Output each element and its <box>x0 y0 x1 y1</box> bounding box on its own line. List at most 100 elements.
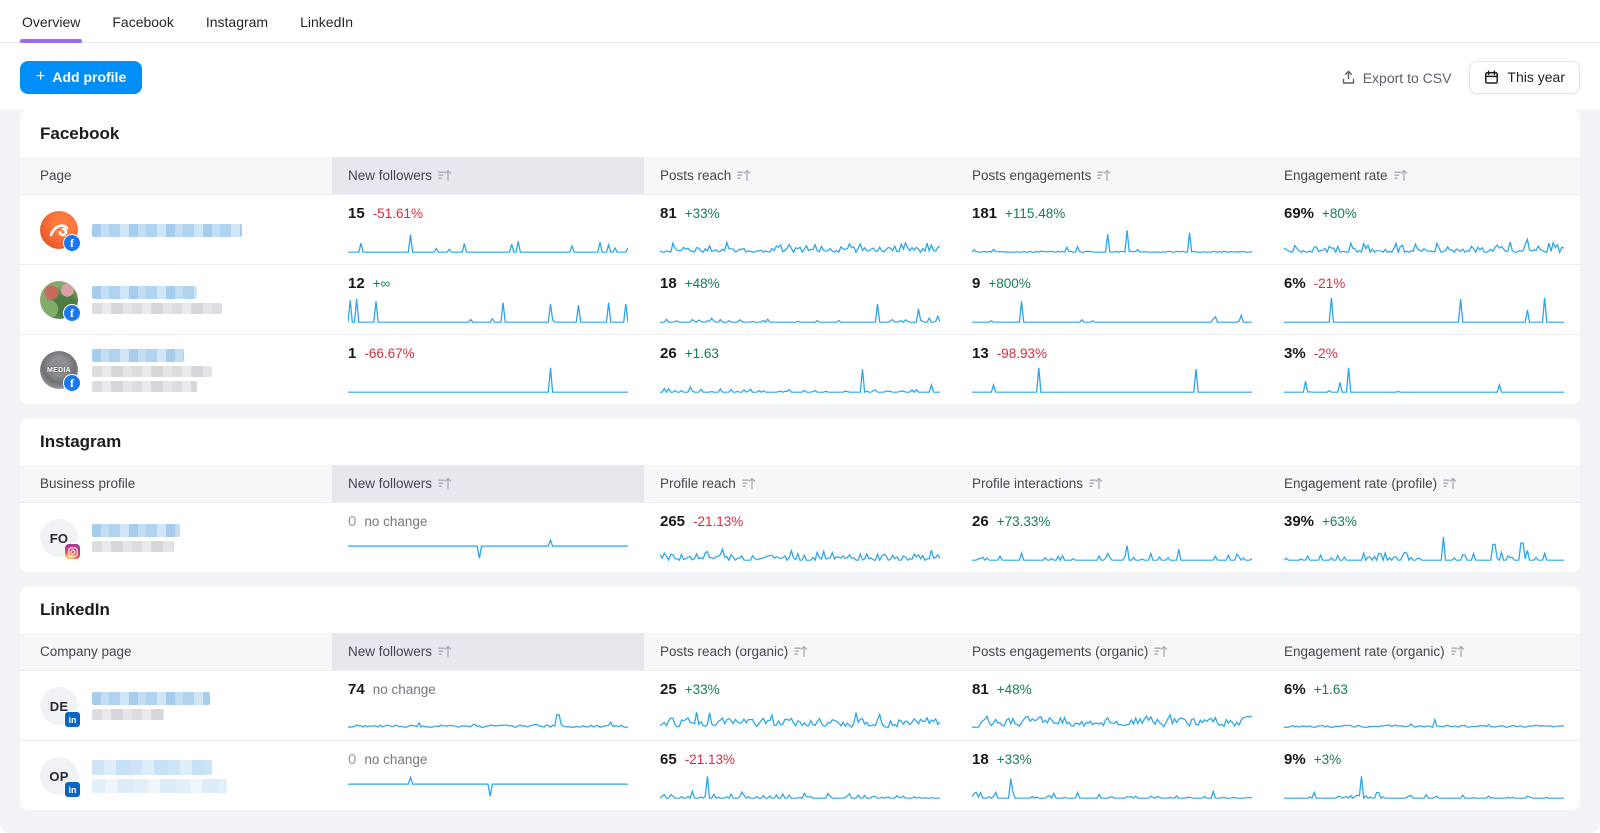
sort-icon[interactable] <box>1097 169 1111 182</box>
redacted-text-block <box>92 303 222 314</box>
sparkline-chart <box>972 533 1252 563</box>
sparkline-chart <box>972 365 1252 395</box>
section-title-instagram: Instagram <box>20 418 1580 465</box>
metric-delta: no change <box>364 514 427 529</box>
profile-cell: DEin <box>20 671 332 740</box>
sparkline-chart <box>660 365 940 395</box>
metric-delta: +800% <box>988 276 1030 291</box>
sparkline-chart <box>348 365 628 395</box>
sort-icon[interactable] <box>794 645 808 658</box>
metric-value-row: 3%-2% <box>1284 345 1564 362</box>
linkedin-badge-icon: in <box>64 781 81 798</box>
sort-icon[interactable] <box>438 645 452 658</box>
redacted-text-block <box>92 349 184 362</box>
metric-value-row: 12+∞ <box>348 275 628 292</box>
metric-cell: 6%+1.63 <box>1268 671 1580 740</box>
metric-value: 181 <box>972 205 997 222</box>
metric-value-row: 81+33% <box>660 205 940 222</box>
metric-cell: 18+48% <box>644 265 956 334</box>
sort-icon[interactable] <box>742 477 756 490</box>
column-header-engagement-rate-profile-[interactable]: Engagement rate (profile) <box>1268 465 1580 502</box>
redacted-text-block <box>92 286 197 299</box>
redacted-text-block <box>92 541 174 552</box>
column-header-label: Profile interactions <box>972 476 1083 491</box>
metric-value: 25 <box>660 681 677 698</box>
column-header-label: New followers <box>348 476 432 491</box>
sparkline-chart <box>972 701 1252 731</box>
sparkline-chart <box>1284 701 1564 731</box>
column-header-entity: Company page <box>20 633 332 670</box>
metric-cell: 1-66.67% <box>332 335 644 404</box>
sparkline-chart <box>348 295 628 325</box>
metric-delta: -2% <box>1314 346 1338 361</box>
export-csv-button[interactable]: Export to CSV <box>1341 70 1452 86</box>
profile-cell: FO <box>20 503 332 572</box>
add-profile-button[interactable]: + Add profile <box>20 61 142 94</box>
metric-delta: -21.13% <box>685 752 735 767</box>
section-title-facebook: Facebook <box>20 110 1580 157</box>
avatar: OPin <box>40 757 78 795</box>
sort-icon[interactable] <box>1154 645 1168 658</box>
sort-icon[interactable] <box>1443 477 1457 490</box>
date-range-label: This year <box>1507 69 1565 85</box>
sort-icon[interactable] <box>1394 169 1408 182</box>
profile-name-redacted <box>92 524 180 552</box>
table-row: f15-51.61%81+33%181+115.48%69%+80% <box>20 194 1580 264</box>
tab-instagram[interactable]: Instagram <box>204 0 270 42</box>
column-header-label: Posts engagements <box>972 168 1091 183</box>
metric-value-row: 25+33% <box>660 681 940 698</box>
plus-icon: + <box>36 72 45 82</box>
metric-delta: no change <box>364 752 427 767</box>
tab-linkedin[interactable]: LinkedIn <box>298 0 355 42</box>
sort-icon[interactable] <box>438 169 452 182</box>
metric-value: 13 <box>972 345 989 362</box>
top-tab-bar: Overview Facebook Instagram LinkedIn <box>0 0 1600 43</box>
add-profile-label: Add profile <box>52 69 126 85</box>
column-header-profile-reach[interactable]: Profile reach <box>644 465 956 502</box>
sparkline-chart <box>1284 295 1564 325</box>
instagram-badge-icon <box>64 543 81 560</box>
table-row: FO0no change265-21.13%26+73.33%39%+63% <box>20 502 1580 572</box>
metric-cell: 13-98.93% <box>956 335 1268 404</box>
sort-icon[interactable] <box>737 169 751 182</box>
sparkline-chart <box>660 771 940 801</box>
metric-cell: 9+800% <box>956 265 1268 334</box>
sort-icon[interactable] <box>1089 477 1103 490</box>
column-header-posts-reach-organic-[interactable]: Posts reach (organic) <box>644 633 956 670</box>
metric-value: 81 <box>660 205 677 222</box>
sparkline-chart <box>348 701 628 731</box>
metric-value-row: 0no change <box>348 751 628 768</box>
toolbar: + Add profile Export to CSV This year <box>0 43 1600 110</box>
metric-delta: +33% <box>997 752 1032 767</box>
column-header-posts-engagements[interactable]: Posts engagements <box>956 157 1268 194</box>
column-header-profile-interactions[interactable]: Profile interactions <box>956 465 1268 502</box>
metric-value-row: 6%-21% <box>1284 275 1564 292</box>
metric-value: 18 <box>972 751 989 768</box>
column-header-posts-engagements-organic-[interactable]: Posts engagements (organic) <box>956 633 1268 670</box>
metric-cell: 39%+63% <box>1268 503 1580 572</box>
tab-facebook[interactable]: Facebook <box>110 0 175 42</box>
metric-cell: 74no change <box>332 671 644 740</box>
tab-overview[interactable]: Overview <box>20 0 82 42</box>
column-header-posts-reach[interactable]: Posts reach <box>644 157 956 194</box>
sparkline-chart <box>660 701 940 731</box>
column-header-label: Posts reach (organic) <box>660 644 788 659</box>
sort-icon[interactable] <box>438 477 452 490</box>
column-header-new-followers[interactable]: New followers <box>332 465 644 502</box>
column-header-entity: Business profile <box>20 465 332 502</box>
metric-delta: +48% <box>685 276 720 291</box>
column-header-entity: Page <box>20 157 332 194</box>
column-header-label: Engagement rate (profile) <box>1284 476 1437 491</box>
column-header-new-followers[interactable]: New followers <box>332 633 644 670</box>
table-row: OPin0no change65-21.13%18+33%9%+3% <box>20 740 1580 810</box>
sparkline-chart <box>660 533 940 563</box>
export-csv-label: Export to CSV <box>1363 70 1452 86</box>
date-range-button[interactable]: This year <box>1469 61 1580 94</box>
metric-value: 65 <box>660 751 677 768</box>
profile-name-redacted <box>92 760 227 793</box>
sort-icon[interactable] <box>1451 645 1465 658</box>
column-header-engagement-rate[interactable]: Engagement rate <box>1268 157 1580 194</box>
column-header-new-followers[interactable]: New followers <box>332 157 644 194</box>
social-analytics-page: Overview Facebook Instagram LinkedIn + A… <box>0 0 1600 833</box>
column-header-engagement-rate-organic-[interactable]: Engagement rate (organic) <box>1268 633 1580 670</box>
